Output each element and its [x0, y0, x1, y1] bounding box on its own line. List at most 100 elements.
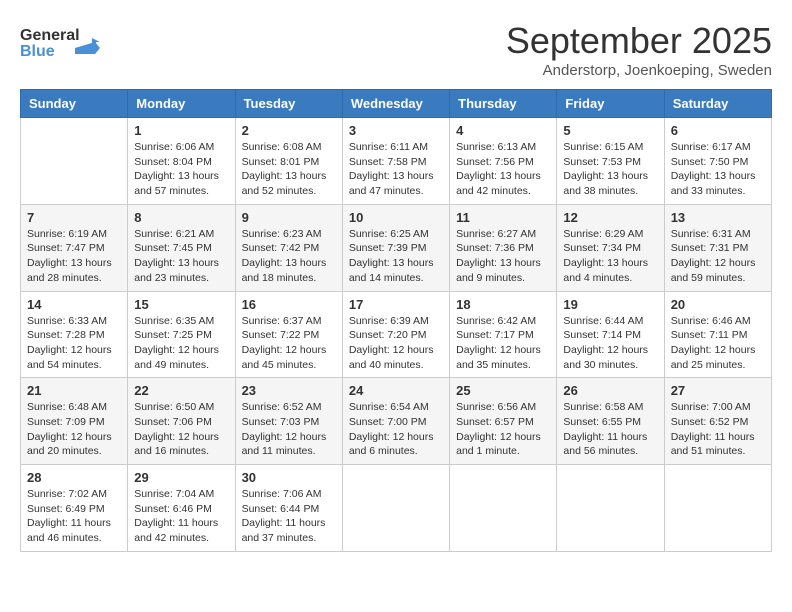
day-number: 2	[242, 123, 336, 138]
calendar-cell: 26 Sunrise: 6:58 AM Sunset: 6:55 PM Dayli…	[557, 378, 664, 465]
day-info: Sunrise: 6:50 AM Sunset: 7:06 PM Dayligh…	[134, 400, 228, 459]
calendar-cell: 11 Sunrise: 6:27 AM Sunset: 7:36 PM Dayli…	[450, 204, 557, 291]
day-info: Sunrise: 6:39 AM Sunset: 7:20 PM Dayligh…	[349, 314, 443, 373]
day-info: Sunrise: 6:46 AM Sunset: 7:11 PM Dayligh…	[671, 314, 765, 373]
calendar-cell	[21, 118, 128, 205]
calendar-cell	[450, 465, 557, 552]
day-info: Sunrise: 6:48 AM Sunset: 7:09 PM Dayligh…	[27, 400, 121, 459]
day-info: Sunrise: 7:04 AM Sunset: 6:46 PM Dayligh…	[134, 487, 228, 546]
day-number: 8	[134, 210, 228, 225]
calendar-week-row: 28Sunrise: 7:02 AM Sunset: 6:49 PM Dayli…	[21, 465, 772, 552]
day-info: Sunrise: 6:27 AM Sunset: 7:36 PM Dayligh…	[456, 227, 550, 286]
day-info: Sunrise: 6:42 AM Sunset: 7:17 PM Dayligh…	[456, 314, 550, 373]
day-number: 19	[563, 297, 657, 312]
day-number: 23	[242, 383, 336, 398]
day-number: 22	[134, 383, 228, 398]
calendar-table: SundayMondayTuesdayWednesdayThursdayFrid…	[20, 89, 772, 552]
day-number: 21	[27, 383, 121, 398]
calendar-cell: 23 Sunrise: 6:52 AM Sunset: 7:03 PM Dayli…	[235, 378, 342, 465]
page-header: General Blue September 2025 Anderstorp, …	[20, 20, 772, 79]
day-info: Sunrise: 6:21 AM Sunset: 7:45 PM Dayligh…	[134, 227, 228, 286]
calendar-cell: 6Sunrise: 6:17 AM Sunset: 7:50 PM Daylig…	[664, 118, 771, 205]
calendar-week-row: 14Sunrise: 6:33 AM Sunset: 7:28 PM Dayli…	[21, 291, 772, 378]
day-info: Sunrise: 6:08 AM Sunset: 8:01 PM Dayligh…	[242, 140, 336, 199]
day-info: Sunrise: 6:58 AM Sunset: 6:55 PM Dayligh…	[563, 400, 657, 459]
calendar-cell: 15 Sunrise: 6:35 AM Sunset: 7:25 PM Dayli…	[128, 291, 235, 378]
day-number: 15	[134, 297, 228, 312]
day-info: Sunrise: 6:29 AM Sunset: 7:34 PM Dayligh…	[563, 227, 657, 286]
calendar-cell: 4 Sunrise: 6:13 AM Sunset: 7:56 PM Daylig…	[450, 118, 557, 205]
calendar-cell: 24 Sunrise: 6:54 AM Sunset: 7:00 PM Dayli…	[342, 378, 449, 465]
logo-text: General Blue	[20, 20, 100, 65]
day-number: 20	[671, 297, 765, 312]
day-info: Sunrise: 7:00 AM Sunset: 6:52 PM Dayligh…	[671, 400, 765, 459]
day-number: 11	[456, 210, 550, 225]
day-info: Sunrise: 6:35 AM Sunset: 7:25 PM Dayligh…	[134, 314, 228, 373]
calendar-cell: 1Sunrise: 6:06 AM Sunset: 8:04 PM Daylig…	[128, 118, 235, 205]
day-info: Sunrise: 6:25 AM Sunset: 7:39 PM Dayligh…	[349, 227, 443, 286]
day-info: Sunrise: 6:11 AM Sunset: 7:58 PM Dayligh…	[349, 140, 443, 199]
calendar-cell: 5 Sunrise: 6:15 AM Sunset: 7:53 PM Daylig…	[557, 118, 664, 205]
calendar-week-row: 1Sunrise: 6:06 AM Sunset: 8:04 PM Daylig…	[21, 118, 772, 205]
day-number: 7	[27, 210, 121, 225]
day-info: Sunrise: 6:52 AM Sunset: 7:03 PM Dayligh…	[242, 400, 336, 459]
day-info: Sunrise: 6:19 AM Sunset: 7:47 PM Dayligh…	[27, 227, 121, 286]
day-number: 5	[563, 123, 657, 138]
subtitle: Anderstorp, Joenkoeping, Sweden	[506, 62, 772, 79]
calendar-cell: 20 Sunrise: 6:46 AM Sunset: 7:11 PM Dayli…	[664, 291, 771, 378]
day-number: 30	[242, 470, 336, 485]
calendar-cell: 2 Sunrise: 6:08 AM Sunset: 8:01 PM Daylig…	[235, 118, 342, 205]
day-number: 14	[27, 297, 121, 312]
calendar-cell: 19Sunrise: 6:44 AM Sunset: 7:14 PM Dayli…	[557, 291, 664, 378]
calendar-cell: 3 Sunrise: 6:11 AM Sunset: 7:58 PM Daylig…	[342, 118, 449, 205]
day-info: Sunrise: 6:17 AM Sunset: 7:50 PM Dayligh…	[671, 140, 765, 199]
calendar-cell: 25 Sunrise: 6:56 AM Sunset: 6:57 PM Dayli…	[450, 378, 557, 465]
calendar-cell: 28Sunrise: 7:02 AM Sunset: 6:49 PM Dayli…	[21, 465, 128, 552]
day-info: Sunrise: 6:56 AM Sunset: 6:57 PM Dayligh…	[456, 400, 550, 459]
day-number: 13	[671, 210, 765, 225]
calendar-week-row: 7 Sunrise: 6:19 AM Sunset: 7:47 PM Daylig…	[21, 204, 772, 291]
day-number: 29	[134, 470, 228, 485]
day-info: Sunrise: 6:31 AM Sunset: 7:31 PM Dayligh…	[671, 227, 765, 286]
calendar-cell	[342, 465, 449, 552]
day-number: 3	[349, 123, 443, 138]
svg-text:General: General	[20, 27, 80, 44]
calendar-cell: 22 Sunrise: 6:50 AM Sunset: 7:06 PM Dayli…	[128, 378, 235, 465]
day-info: Sunrise: 6:23 AM Sunset: 7:42 PM Dayligh…	[242, 227, 336, 286]
calendar-header-monday: Monday	[128, 90, 235, 118]
day-number: 26	[563, 383, 657, 398]
calendar-cell: 21 Sunrise: 6:48 AM Sunset: 7:09 PM Dayli…	[21, 378, 128, 465]
calendar-cell: 13 Sunrise: 6:31 AM Sunset: 7:31 PM Dayli…	[664, 204, 771, 291]
calendar-cell: 17 Sunrise: 6:39 AM Sunset: 7:20 PM Dayli…	[342, 291, 449, 378]
calendar-cell: 8 Sunrise: 6:21 AM Sunset: 7:45 PM Daylig…	[128, 204, 235, 291]
title-section: September 2025 Anderstorp, Joenkoeping, …	[506, 20, 772, 79]
day-number: 1	[134, 123, 228, 138]
day-number: 4	[456, 123, 550, 138]
day-info: Sunrise: 7:02 AM Sunset: 6:49 PM Dayligh…	[27, 487, 121, 546]
day-info: Sunrise: 7:06 AM Sunset: 6:44 PM Dayligh…	[242, 487, 336, 546]
day-info: Sunrise: 6:54 AM Sunset: 7:00 PM Dayligh…	[349, 400, 443, 459]
month-title: September 2025	[506, 20, 772, 62]
day-number: 27	[671, 383, 765, 398]
calendar-header-saturday: Saturday	[664, 90, 771, 118]
calendar-cell: 14Sunrise: 6:33 AM Sunset: 7:28 PM Dayli…	[21, 291, 128, 378]
day-info: Sunrise: 6:15 AM Sunset: 7:53 PM Dayligh…	[563, 140, 657, 199]
calendar-cell: 16Sunrise: 6:37 AM Sunset: 7:22 PM Dayli…	[235, 291, 342, 378]
calendar-cell: 18 Sunrise: 6:42 AM Sunset: 7:17 PM Dayli…	[450, 291, 557, 378]
day-number: 24	[349, 383, 443, 398]
day-number: 18	[456, 297, 550, 312]
day-number: 9	[242, 210, 336, 225]
calendar-header-wednesday: Wednesday	[342, 90, 449, 118]
logo: General Blue	[20, 20, 100, 65]
day-number: 16	[242, 297, 336, 312]
calendar-cell	[664, 465, 771, 552]
calendar-cell: 9 Sunrise: 6:23 AM Sunset: 7:42 PM Daylig…	[235, 204, 342, 291]
day-info: Sunrise: 6:13 AM Sunset: 7:56 PM Dayligh…	[456, 140, 550, 199]
calendar-cell: 27 Sunrise: 7:00 AM Sunset: 6:52 PM Dayli…	[664, 378, 771, 465]
calendar-cell: 30 Sunrise: 7:06 AM Sunset: 6:44 PM Dayli…	[235, 465, 342, 552]
day-number: 17	[349, 297, 443, 312]
day-number: 12	[563, 210, 657, 225]
calendar-header-tuesday: Tuesday	[235, 90, 342, 118]
day-number: 25	[456, 383, 550, 398]
calendar-week-row: 21 Sunrise: 6:48 AM Sunset: 7:09 PM Dayli…	[21, 378, 772, 465]
